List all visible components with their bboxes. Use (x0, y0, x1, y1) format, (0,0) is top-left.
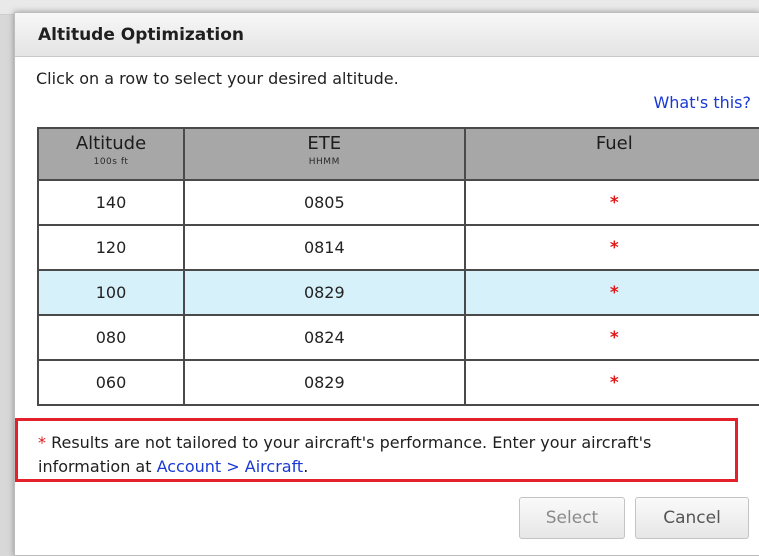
column-header-ete: ETE HHMM (182, 127, 466, 181)
altitude-optimization-dialog: Altitude Optimization Click on a row to … (14, 12, 759, 556)
column-header-label: ETE (307, 133, 342, 154)
ete-cell: 0824 (182, 314, 466, 361)
note-end: . (303, 457, 309, 476)
fuel-cell: * (463, 224, 759, 271)
altitude-table: Altitude 100s ft ETE HHMM Fuel 140 0805 … (37, 127, 759, 406)
account-aircraft-link[interactable]: Account > Aircraft (157, 457, 304, 476)
altitude-cell: 120 (37, 224, 185, 271)
note-text: Results are not tailored to your aircraf… (38, 433, 652, 476)
fuel-asterisk: * (609, 237, 619, 258)
ete-cell: 0805 (182, 179, 466, 226)
fuel-asterisk: * (609, 372, 619, 393)
table-row[interactable]: 140 0805 * (37, 179, 759, 226)
table-row[interactable]: 120 0814 * (37, 224, 759, 271)
fuel-asterisk: * (609, 192, 619, 213)
column-header-label: Altitude (75, 133, 147, 154)
dialog-titlebar[interactable]: Altitude Optimization (15, 13, 759, 57)
ete-cell: 0829 (182, 269, 466, 316)
ete-cell: 0829 (182, 359, 466, 406)
altitude-cell: 080 (37, 314, 185, 361)
instructions-text: Click on a row to select your desired al… (36, 69, 399, 88)
whats-this-link[interactable]: What's this? (653, 93, 751, 112)
column-header-fuel: Fuel (463, 127, 759, 181)
note-asterisk: * (38, 433, 46, 452)
column-header-unit: HHMM (308, 157, 340, 167)
table-header-row: Altitude 100s ft ETE HHMM Fuel (37, 127, 759, 181)
table-row[interactable]: 060 0829 * (37, 359, 759, 406)
column-header-unit: 100s ft (93, 157, 129, 167)
table-row-selected[interactable]: 100 0829 * (37, 269, 759, 316)
fuel-cell: * (463, 179, 759, 226)
altitude-cell: 060 (37, 359, 185, 406)
ete-cell: 0814 (182, 224, 466, 271)
fuel-cell: * (463, 269, 759, 316)
column-header-altitude: Altitude 100s ft (37, 127, 185, 181)
altitude-cell: 100 (37, 269, 185, 316)
fuel-asterisk: * (609, 327, 619, 348)
column-header-label: Fuel (595, 133, 633, 154)
select-button[interactable]: Select (519, 497, 625, 539)
fuel-cell: * (463, 359, 759, 406)
table-row[interactable]: 080 0824 * (37, 314, 759, 361)
fuel-asterisk: * (609, 282, 619, 303)
performance-note: * Results are not tailored to your aircr… (15, 418, 738, 482)
cancel-button[interactable]: Cancel (635, 497, 749, 539)
fuel-cell: * (463, 314, 759, 361)
dialog-title: Altitude Optimization (38, 25, 245, 45)
altitude-cell: 140 (37, 179, 185, 226)
